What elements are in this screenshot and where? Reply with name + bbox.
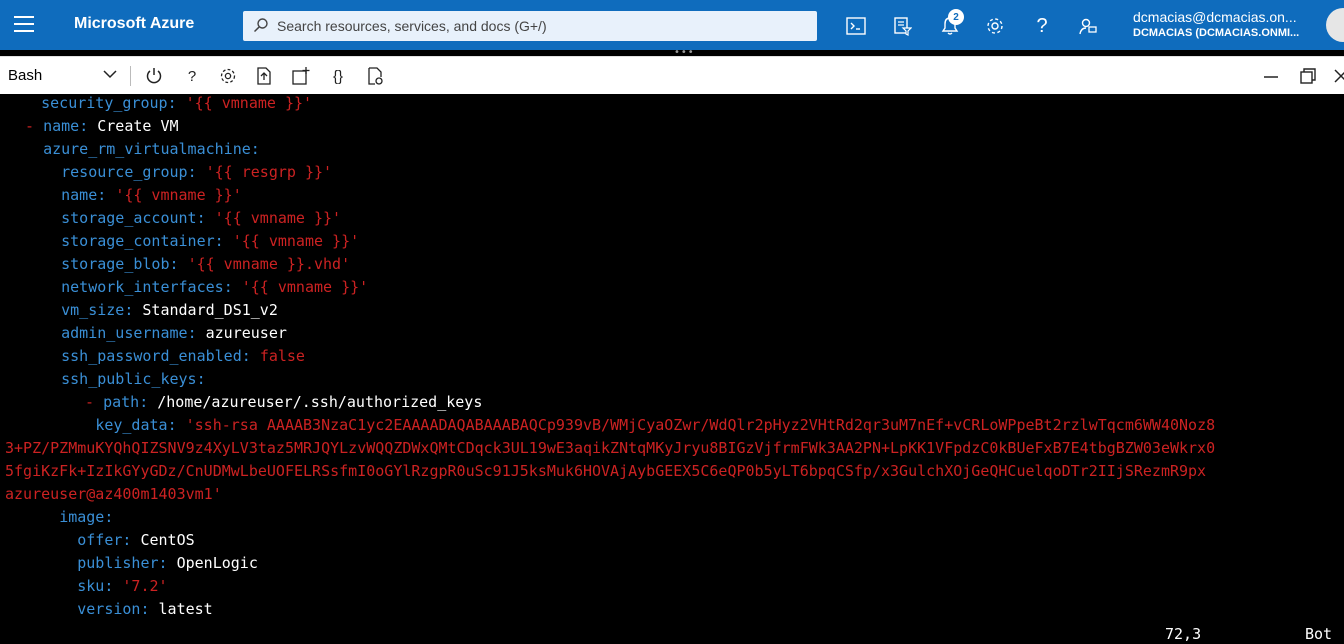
help-button[interactable]: ? (181, 65, 203, 87)
terminal-line: version: latest (77, 600, 213, 618)
terminal-line: image: (59, 508, 114, 526)
close-icon[interactable] (1330, 65, 1344, 87)
minimize-icon[interactable] (1260, 65, 1282, 87)
directory-filter-icon[interactable] (888, 12, 916, 40)
notification-badge: 2 (948, 9, 964, 25)
account-menu[interactable]: dcmacias@dcmacias.on... DCMACIAS (DCMACI… (1133, 9, 1333, 39)
web-preview-icon[interactable] (364, 65, 386, 87)
terminal-line: azureuser@az400m1403vm1' (5, 485, 222, 503)
shell-type-label: Bash (8, 67, 43, 84)
terminal-line: publisher: OpenLogic (77, 554, 258, 572)
brand-title[interactable]: Microsoft Azure (74, 15, 194, 33)
terminal-output[interactable]: security_group: '{{ vmname }}' - name: C… (0, 94, 1344, 644)
terminal-line: ssh_password_enabled: false (61, 347, 305, 365)
terminal-line: key_data: 'ssh-rsa AAAAB3NzaC1yc2EAAAADA… (95, 416, 1216, 434)
help-icon[interactable]: ? (1028, 12, 1056, 40)
azure-top-bar: Microsoft Azure Search resources, servic… (0, 0, 1344, 50)
scroll-position: Bot (1305, 625, 1333, 643)
terminal-line: storage_blob: '{{ vmname }}.vhd' (61, 255, 351, 273)
search-box[interactable]: Search resources, services, and docs (G+… (243, 11, 817, 41)
cloud-shell-toolbar: Bash ? {} (0, 56, 1344, 95)
shell-type-select[interactable]: Bash (8, 67, 120, 84)
terminal-line: storage_account: '{{ vmname }}' (61, 209, 342, 227)
terminal-line: name: '{{ vmname }}' (61, 186, 242, 204)
terminal-line: sku: '7.2' (77, 577, 168, 595)
terminal-line: 3+PZ/PZMmuKYQhQIZSNV9z4XyLV3taz5MRJQYLzv… (5, 439, 1216, 457)
terminal-line: offer: CentOS (77, 531, 195, 549)
terminal-line: storage_container: '{{ vmname }}' (61, 232, 360, 250)
chevron-down-icon (102, 66, 118, 86)
restart-power-icon[interactable] (143, 65, 165, 87)
terminal-line: vm_size: Standard_DS1_v2 (61, 301, 278, 319)
terminal-line: azure_rm_virtualmachine: (43, 140, 260, 158)
terminal-line: ssh_public_keys: (61, 370, 206, 388)
account-email: dcmacias@dcmacias.on... (1133, 9, 1297, 25)
cursor-position: 72,3 (1165, 625, 1202, 643)
feedback-icon[interactable] (1074, 12, 1102, 40)
terminal-line: security_group: '{{ vmname }}' (41, 94, 313, 112)
settings-icon[interactable] (217, 65, 239, 87)
terminal-line: - name: Create VM (25, 117, 179, 135)
upload-download-icon[interactable] (253, 65, 275, 87)
terminal-line: 5fgiKzFk+IzIkGYyGDz/CnUDMwLbeUOFELRSsfmI… (5, 462, 1207, 480)
new-session-icon[interactable] (290, 65, 312, 87)
settings-icon[interactable] (981, 12, 1009, 40)
toolbar-divider (130, 66, 131, 86)
terminal-line: - path: /home/azureuser/.ssh/authorized_… (85, 393, 483, 411)
account-directory: DCMACIAS (DCMACIAS.ONMI... (1133, 27, 1300, 39)
search-icon (253, 17, 269, 36)
terminal-line: resource_group: '{{ resgrp }}' (61, 163, 333, 181)
cloud-shell-icon[interactable] (842, 12, 870, 40)
menu-icon[interactable] (14, 16, 34, 32)
editor-braces-button[interactable]: {} (327, 65, 349, 87)
search-placeholder: Search resources, services, and docs (G+… (277, 18, 547, 34)
terminal-line: admin_username: azureuser (61, 324, 287, 342)
maximize-icon[interactable] (1297, 65, 1319, 87)
terminal-line: network_interfaces: '{{ vmname }}' (61, 278, 369, 296)
